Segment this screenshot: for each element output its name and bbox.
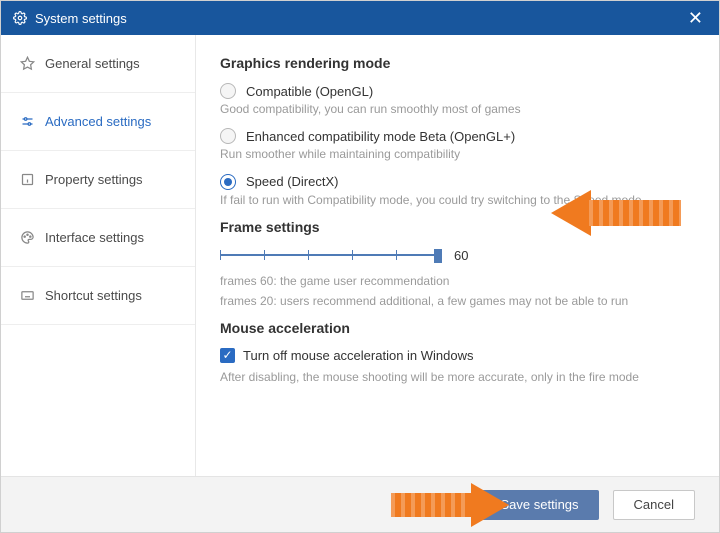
- info-icon: [19, 172, 35, 188]
- titlebar: System settings ✕: [1, 1, 719, 35]
- radio-compatible-desc: Good compatibility, you can run smoothly…: [220, 101, 695, 118]
- frame-value: 60: [454, 248, 468, 263]
- radio-label: Compatible (OpenGL): [246, 84, 373, 99]
- radio-icon: [220, 128, 236, 144]
- radio-label: Speed (DirectX): [246, 174, 338, 189]
- radio-label: Enhanced compatibility mode Beta (OpenGL…: [246, 129, 515, 144]
- frames-desc-20: frames 20: users recommend additional, a…: [220, 293, 695, 310]
- settings-window: System settings ✕ General settings Advan…: [0, 0, 720, 533]
- sidebar-item-advanced[interactable]: Advanced settings: [1, 93, 195, 151]
- frames-desc-60: frames 60: the game user recommendation: [220, 273, 695, 290]
- window-body: General settings Advanced settings Prope…: [1, 35, 719, 476]
- palette-icon: [19, 230, 35, 246]
- cancel-button[interactable]: Cancel: [613, 490, 695, 520]
- checkbox-label: Turn off mouse acceleration in Windows: [243, 348, 474, 363]
- radio-speed-desc: If fail to run with Compatibility mode, …: [220, 192, 695, 209]
- sidebar-item-shortcut[interactable]: Shortcut settings: [1, 267, 195, 325]
- frame-slider-row: 60: [220, 247, 695, 263]
- sidebar-item-interface[interactable]: Interface settings: [1, 209, 195, 267]
- radio-icon: [220, 83, 236, 99]
- radio-enhanced[interactable]: Enhanced compatibility mode Beta (OpenGL…: [220, 128, 695, 144]
- footer: Save settings Cancel: [1, 476, 719, 532]
- radio-speed[interactable]: Speed (DirectX): [220, 174, 695, 190]
- sidebar-item-property[interactable]: Property settings: [1, 151, 195, 209]
- sidebar: General settings Advanced settings Prope…: [1, 35, 196, 476]
- keyboard-icon: [19, 288, 35, 304]
- radio-enhanced-desc: Run smoother while maintaining compatibi…: [220, 146, 695, 163]
- mouse-desc: After disabling, the mouse shooting will…: [220, 369, 695, 386]
- gear-icon: [13, 11, 27, 25]
- window-title: System settings: [35, 11, 127, 26]
- sidebar-item-label: General settings: [45, 56, 140, 71]
- section-frames-title: Frame settings: [220, 219, 695, 235]
- close-icon[interactable]: ✕: [684, 8, 707, 29]
- sliders-icon: [19, 114, 35, 130]
- section-mouse-title: Mouse acceleration: [220, 320, 695, 336]
- sidebar-item-label: Advanced settings: [45, 114, 151, 129]
- radio-icon: [220, 174, 236, 190]
- sidebar-item-label: Property settings: [45, 172, 143, 187]
- section-graphics-title: Graphics rendering mode: [220, 55, 695, 71]
- star-icon: [19, 56, 35, 72]
- frame-slider[interactable]: [220, 247, 440, 263]
- content-panel: Graphics rendering mode Compatible (Open…: [196, 35, 719, 476]
- sidebar-item-general[interactable]: General settings: [1, 35, 195, 93]
- sidebar-item-label: Shortcut settings: [45, 288, 142, 303]
- sidebar-item-label: Interface settings: [45, 230, 144, 245]
- radio-compatible[interactable]: Compatible (OpenGL): [220, 83, 695, 99]
- save-button[interactable]: Save settings: [480, 490, 598, 520]
- mouse-accel-checkbox-row[interactable]: ✓ Turn off mouse acceleration in Windows: [220, 348, 695, 363]
- checkbox-icon: ✓: [220, 348, 235, 363]
- slider-thumb[interactable]: [434, 249, 442, 263]
